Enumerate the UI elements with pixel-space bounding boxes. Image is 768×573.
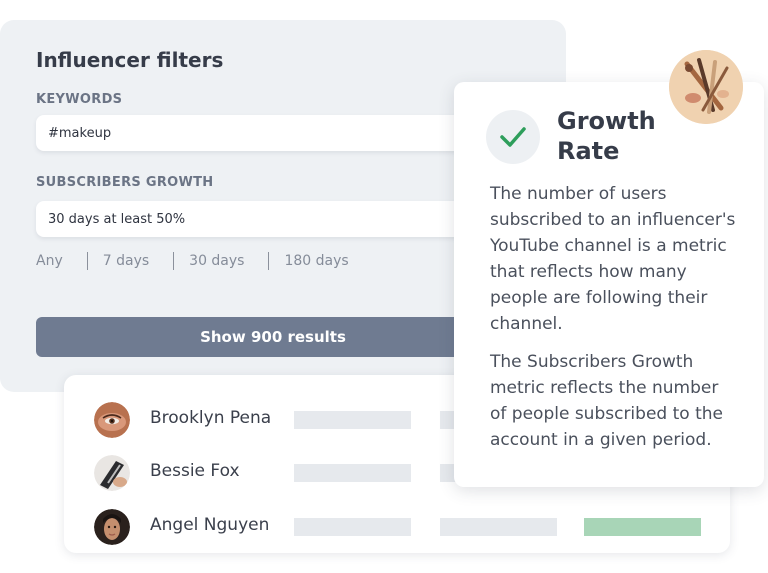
keywords-label: KEYWORDS [36,92,123,107]
influencer-name: Brooklyn Pena [150,408,272,428]
avatar [94,509,130,545]
avatar [94,402,130,438]
keywords-input[interactable]: #makeup [36,115,476,151]
divider [86,252,88,270]
metric-bar [294,518,411,536]
tooltip-title: Growth Rate [557,106,697,166]
tooltip-title-line1: Growth [557,107,656,135]
divider [268,252,270,270]
metric-bar [440,518,557,536]
growth-rate-tooltip: Growth Rate The number of users subscrib… [454,82,764,487]
list-item[interactable]: Angel Nguyen [64,507,730,547]
tooltip-title-line2: Rate [557,137,620,165]
filters-title: Influencer filters [36,48,224,72]
period-option-30-days[interactable]: 30 days [189,253,244,269]
check-icon [486,110,540,164]
tooltip-description: The number of users subscribed to an inf… [490,184,736,334]
period-options: Any 7 days 30 days 180 days [36,252,349,270]
avatar [94,455,130,491]
tooltip-description-2: The Subscribers Growth metric reflects t… [490,352,723,450]
metric-bar [294,464,411,482]
show-results-button[interactable]: Show 900 results [36,317,510,357]
makeup-brushes-image [669,50,743,124]
metric-bar [294,411,411,429]
subscribers-growth-label: SUBSCRIBERS GROWTH [36,175,214,190]
period-option-7-days[interactable]: 7 days [103,253,149,269]
period-option-any[interactable]: Any [36,253,63,269]
period-option-180-days[interactable]: 180 days [284,253,348,269]
divider [173,252,175,270]
influencer-name: Bessie Fox [150,461,240,481]
subscribers-growth-input[interactable]: 30 days at least 50% [36,201,476,237]
influencer-name: Angel Nguyen [150,515,270,535]
growth-bar [584,518,701,536]
